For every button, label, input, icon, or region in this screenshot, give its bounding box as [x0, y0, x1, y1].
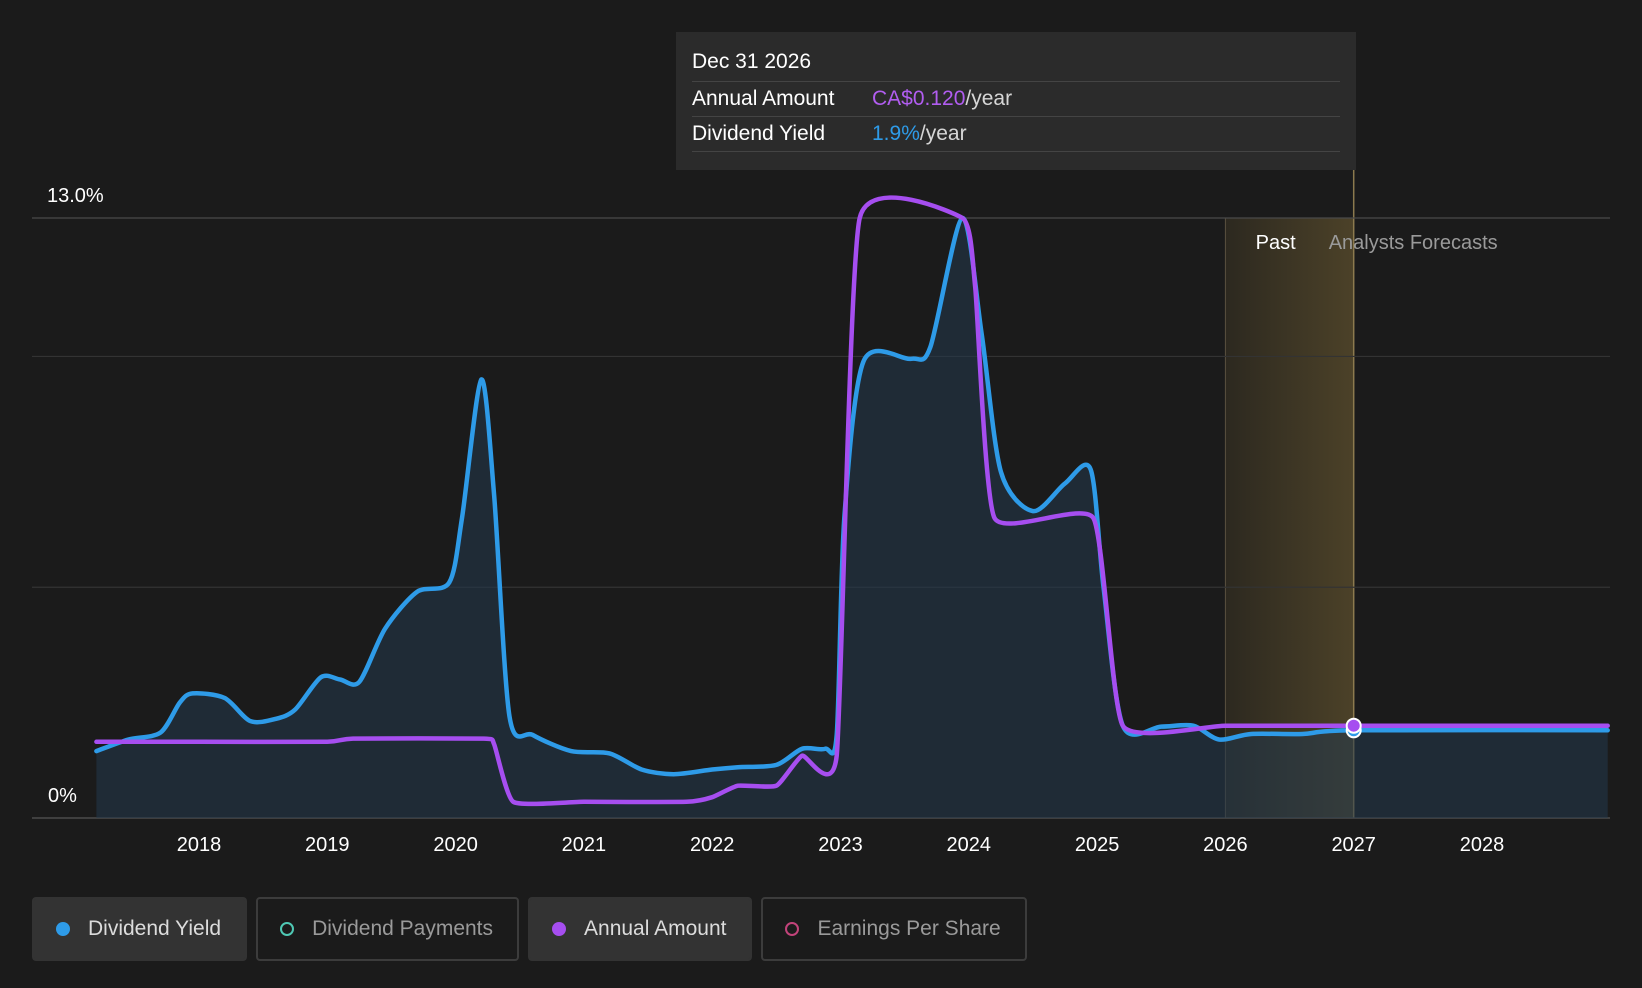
- x-tick-label: 2028: [1460, 834, 1505, 856]
- legend-dividend-yield-label: Dividend Yield: [88, 917, 222, 940]
- legend-earnings-per-share-label: Earnings Per Share: [817, 917, 1001, 940]
- legend-annual-amount-label: Annual Amount: [584, 917, 727, 940]
- x-tick-label: 2020: [433, 834, 478, 856]
- analysts-forecasts-label: Analysts Forecasts: [1329, 232, 1498, 254]
- tooltip: Dec 31 2026 Annual Amount CA$0.120/year …: [676, 32, 1356, 170]
- x-tick-label: 2018: [177, 834, 222, 856]
- legend-dividend-payments-label: Dividend Payments: [312, 917, 494, 940]
- x-tick-label: 2023: [818, 834, 863, 856]
- tooltip-dividend-yield-unit: /year: [919, 122, 967, 145]
- legend-annual-amount-button[interactable]: Annual Amount: [528, 897, 753, 961]
- tooltip-annual-amount-unit: /year: [965, 87, 1013, 110]
- x-tick-label: 2025: [1075, 834, 1120, 856]
- tooltip-dividend-yield-label: Dividend Yield: [692, 122, 826, 145]
- x-tick-label: 2019: [305, 834, 350, 856]
- tooltip-dividend-yield-row: Dividend Yield 1.9%/year: [692, 117, 1340, 152]
- y-top-label: 13.0%: [47, 185, 104, 207]
- x-tick-label: 2021: [562, 834, 607, 856]
- tooltip-dividend-yield-value: 1.9%: [872, 122, 920, 145]
- past-label: Past: [1256, 232, 1296, 254]
- annual-amount-marker: [1345, 717, 1362, 734]
- x-tick-label: 2027: [1331, 834, 1376, 856]
- x-tick-label: 2024: [947, 834, 992, 856]
- legend: Dividend Yield Dividend Payments Annual …: [32, 897, 1036, 961]
- forecast-band: [1225, 218, 1354, 818]
- tooltip-annual-amount-row: Annual Amount CA$0.120/year: [692, 82, 1340, 117]
- x-tick-label: 2022: [690, 834, 735, 856]
- tooltip-annual-amount-label: Annual Amount: [692, 87, 835, 110]
- dividend-payments-dot-icon: [280, 922, 295, 936]
- tooltip-annual-amount-value: CA$0.120: [872, 87, 966, 110]
- dividend-yield-dot-icon: [56, 922, 70, 936]
- legend-dividend-payments-button[interactable]: Dividend Payments: [256, 897, 520, 961]
- legend-dividend-yield-button[interactable]: Dividend Yield: [32, 897, 248, 961]
- earnings-per-share-dot-icon: [785, 922, 800, 936]
- annual-amount-dot-icon: [552, 922, 567, 936]
- x-tick-label: 2026: [1203, 834, 1248, 856]
- legend-earnings-per-share-button[interactable]: Earnings Per Share: [761, 897, 1027, 961]
- tooltip-date: Dec 31 2026: [692, 46, 1340, 82]
- y-bottom-label: 0%: [48, 785, 77, 807]
